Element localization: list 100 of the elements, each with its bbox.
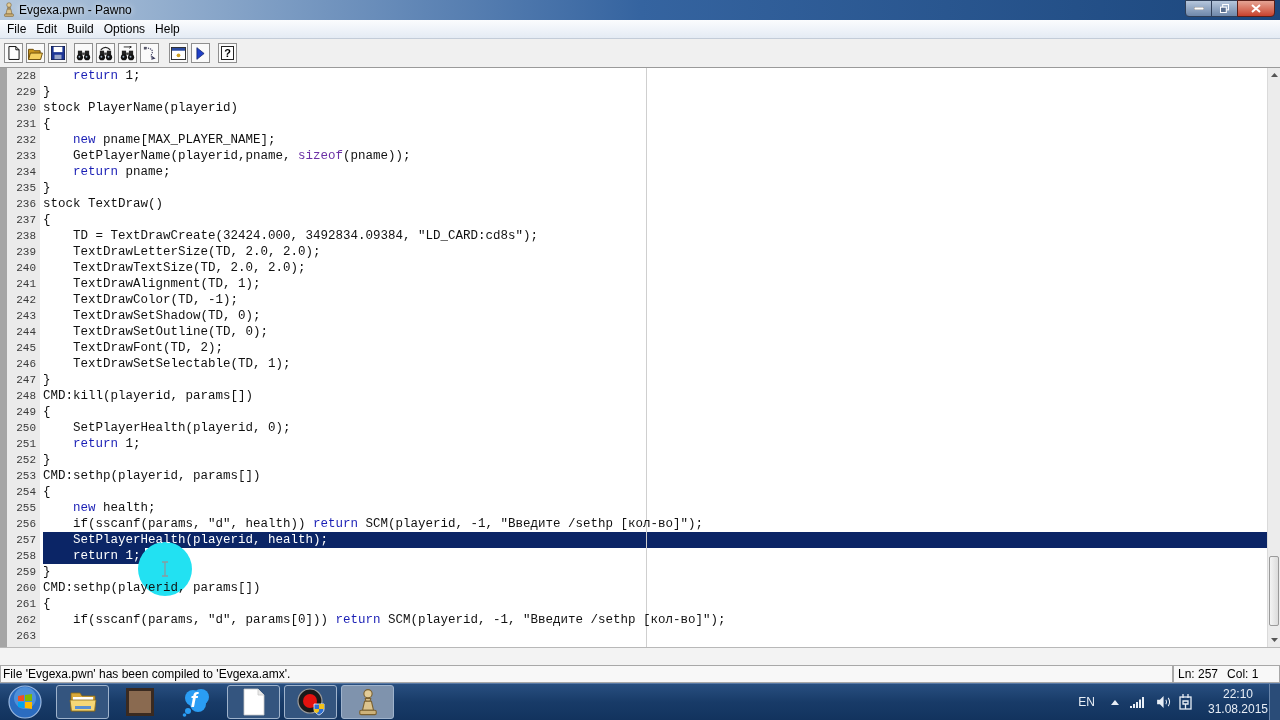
column-indicator: Col: 1	[1227, 666, 1259, 682]
code-line: stock TextDraw()	[43, 196, 164, 212]
code-line: TextDrawSetShadow(TD, 0);	[73, 308, 261, 324]
line-number: 250	[16, 421, 36, 436]
page-icon	[7, 46, 20, 60]
code-line: TextDrawTextSize(TD, 2.0, 2.0);	[73, 260, 306, 276]
line-number: 254	[16, 485, 36, 500]
line-number: 228	[16, 69, 36, 84]
window-icon	[171, 46, 186, 60]
find-button[interactable]	[74, 43, 93, 63]
status-message: File 'Evgexa.pwn' has been compiled to 'Evgexa.amx'.	[3, 666, 291, 682]
line-number: 231	[16, 117, 36, 132]
code-line: new health;	[73, 500, 156, 516]
line-number: 255	[16, 501, 36, 516]
line-number: 243	[16, 309, 36, 324]
taskbar-button[interactable]	[56, 685, 109, 719]
binoculars-icon	[120, 45, 135, 61]
up-arrow-icon	[1270, 73, 1278, 77]
code-line: return 1;	[73, 548, 141, 564]
line-number: 256	[16, 517, 36, 532]
line-number: 247	[16, 373, 36, 388]
line-number: 234	[16, 165, 36, 180]
line-number: 238	[16, 229, 36, 244]
code-line: TextDrawSetSelectable(TD, 1);	[73, 356, 291, 372]
binoculars-icon	[98, 45, 113, 61]
save-button[interactable]	[48, 43, 67, 63]
line-number: 261	[16, 597, 36, 612]
close-button[interactable]	[1237, 0, 1275, 17]
go-to-line-button[interactable]	[140, 43, 159, 63]
code-line: {	[43, 596, 51, 612]
line-number: 260	[16, 581, 36, 596]
line-number: 239	[16, 245, 36, 260]
open-button[interactable]	[26, 43, 45, 63]
line-number: 241	[16, 277, 36, 292]
start-button[interactable]	[8, 685, 42, 719]
code-line: new pname[MAX_PLAYER_NAME];	[73, 132, 276, 148]
code-line: CMD:sethp(playerid, params[])	[43, 468, 261, 484]
page-icon	[242, 688, 265, 716]
scrollbar-thumb[interactable]	[1269, 556, 1279, 626]
minimize-icon	[1193, 7, 1204, 10]
code-line: }	[43, 372, 51, 388]
down-arrow-icon	[1270, 638, 1278, 642]
start-orb-icon	[8, 685, 42, 719]
line-number: 248	[16, 389, 36, 404]
code-line: TextDrawLetterSize(TD, 2.0, 2.0);	[73, 244, 321, 260]
replace-button[interactable]	[118, 43, 137, 63]
folder-icon	[28, 46, 43, 60]
code-line: if(sscanf(params, "d", params[0])) return SCM(playerid, -1, "Введите /sethp [кол-во]");	[73, 612, 726, 628]
line-number: 262	[16, 613, 36, 628]
line-number: 232	[16, 133, 36, 148]
code-line: {	[43, 484, 51, 500]
menu-item[interactable]: Build	[62, 21, 99, 37]
compile-button[interactable]	[169, 43, 188, 63]
menu-item[interactable]: File	[2, 21, 32, 37]
taskbar-button[interactable]	[227, 685, 280, 719]
power-plug-icon[interactable]	[1179, 694, 1193, 710]
menu-item[interactable]: Help	[150, 21, 185, 37]
line-number: 230	[16, 101, 36, 116]
signal-bars-icon[interactable]	[1130, 696, 1145, 708]
line-number: 252	[16, 453, 36, 468]
line-number: 236	[16, 197, 36, 212]
line-number: 244	[16, 325, 36, 340]
line-number: 246	[16, 357, 36, 372]
code-line: {	[43, 212, 51, 228]
code-line: CMD:kill(playerid, params[])	[43, 388, 254, 404]
line-number: 245	[16, 341, 36, 356]
code-line: TextDrawColor(TD, -1);	[73, 292, 239, 308]
code-line: TextDrawSetOutline(TD, 0);	[73, 324, 269, 340]
code-editor[interactable]	[0, 67, 1280, 647]
code-line: }	[43, 452, 51, 468]
help-button[interactable]: ?	[218, 43, 237, 63]
play-icon	[196, 46, 205, 60]
code-line: SetPlayerHealth(playerid, 0);	[73, 420, 291, 436]
taskbar-button[interactable]	[284, 685, 337, 719]
language-indicator[interactable]: EN	[1078, 695, 1095, 709]
menu-item[interactable]: Edit	[31, 21, 63, 37]
clock[interactable]: 22:10 31.08.2015	[1208, 687, 1268, 717]
restore-icon	[1220, 4, 1229, 13]
line-number: 259	[16, 565, 36, 580]
find-next-button[interactable]	[96, 43, 115, 63]
restore-button[interactable]	[1212, 0, 1237, 17]
line-number: 240	[16, 261, 36, 276]
curved-arrow-icon	[142, 46, 157, 60]
pawn-icon	[356, 688, 379, 716]
code-line: TD = TextDrawCreate(32424.000, 3492834.09384, "LD_CARD:cd8s");	[73, 228, 539, 244]
close-icon	[1251, 4, 1261, 13]
line-number: 263	[16, 629, 36, 644]
vertical-scrollbar[interactable]	[1267, 68, 1280, 647]
run-button[interactable]	[191, 43, 210, 63]
line-number: 249	[16, 405, 36, 420]
code-line: return pname;	[73, 164, 171, 180]
new-file-button[interactable]	[4, 43, 23, 63]
line-number: 229	[16, 85, 36, 100]
minimize-button[interactable]	[1185, 0, 1212, 17]
menu-item[interactable]: Options	[98, 21, 151, 37]
code-line: GetPlayerName(playerid,pname, sizeof(pname));	[73, 148, 411, 164]
line-number: 258	[16, 549, 36, 564]
speaker-icon[interactable]	[1157, 696, 1172, 708]
line-indicator: Ln: 257	[1178, 666, 1219, 682]
up-arrow-icon[interactable]	[1111, 699, 1119, 705]
